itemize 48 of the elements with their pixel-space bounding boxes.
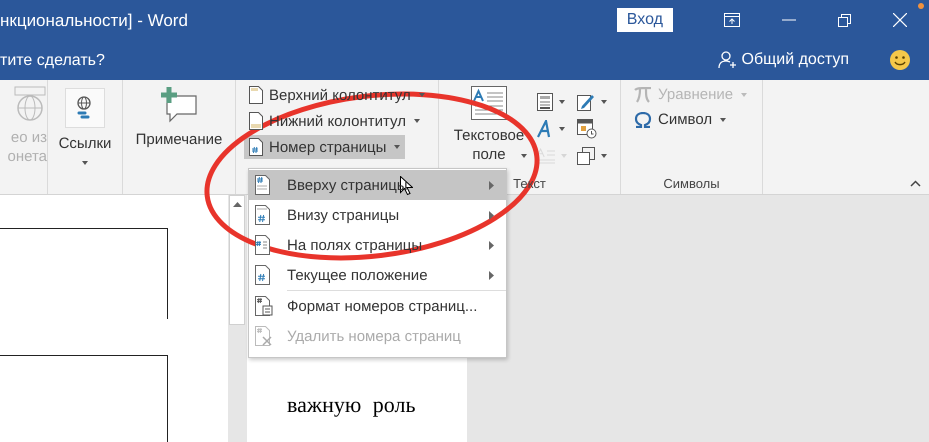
page-number-top-icon bbox=[255, 175, 273, 195]
globe-link-icon bbox=[65, 88, 105, 128]
smiley-icon[interactable] bbox=[889, 49, 911, 71]
notification-dot bbox=[918, 3, 924, 9]
submenu-arrow-icon bbox=[489, 210, 494, 220]
signature-pen-icon bbox=[577, 92, 595, 110]
page-footer-icon bbox=[249, 112, 263, 130]
submenu-arrow-icon bbox=[489, 240, 494, 250]
page-number-format-icon bbox=[255, 296, 273, 316]
comment-button[interactable]: Примечание bbox=[132, 86, 226, 172]
page-number-icon bbox=[249, 138, 263, 156]
wordart-icon bbox=[537, 120, 553, 138]
window-title: нкциональности] - Word bbox=[0, 10, 188, 31]
menu-item[interactable]: На полях страницы bbox=[249, 230, 506, 260]
menu-item[interactable]: Внизу страницы bbox=[249, 200, 506, 230]
group-label: Символы bbox=[663, 176, 720, 190]
menu-item[interactable]: Формат номеров страниц... bbox=[249, 291, 506, 321]
symbol-button[interactable]: Символ bbox=[629, 108, 732, 131]
collapse-ribbon-icon[interactable] bbox=[910, 180, 921, 186]
restore-icon[interactable] bbox=[838, 14, 851, 26]
pi-icon bbox=[634, 86, 652, 102]
omega-icon bbox=[634, 112, 652, 128]
comment-add-icon bbox=[158, 86, 199, 124]
close-icon[interactable] bbox=[893, 13, 907, 27]
page-number-current-icon bbox=[255, 265, 273, 285]
person-add-icon bbox=[718, 51, 738, 69]
scroll-up-icon[interactable] bbox=[232, 202, 242, 207]
links-button[interactable]: Ссылки bbox=[54, 86, 116, 172]
document-text: важную роль bbox=[287, 392, 416, 418]
header-footer-button[interactable]: Номер страницы bbox=[244, 135, 406, 159]
page-header-icon bbox=[249, 86, 263, 104]
drop-cap-icon bbox=[537, 148, 555, 164]
calendar-clock-icon bbox=[577, 118, 597, 138]
share-button[interactable]: Общий доступ bbox=[718, 51, 849, 69]
object-icon bbox=[577, 146, 595, 164]
tell-me-text[interactable]: тите сделать? bbox=[0, 50, 105, 70]
page-number-bottom-icon bbox=[255, 205, 273, 225]
ribbon-display-icon[interactable] bbox=[724, 13, 740, 27]
document-parts-icon bbox=[537, 92, 553, 110]
sign-in-button[interactable]: Вход bbox=[616, 8, 673, 32]
submenu-arrow-icon bbox=[489, 180, 494, 190]
menu-item[interactable]: Текущее положение bbox=[249, 260, 506, 290]
page-number-remove-icon bbox=[255, 326, 273, 346]
minimize-icon[interactable] bbox=[782, 19, 796, 21]
page-number-margin-icon bbox=[255, 235, 273, 255]
submenu-arrow-icon bbox=[489, 270, 494, 280]
globe-film-icon bbox=[13, 86, 47, 122]
scrollbar[interactable] bbox=[229, 195, 245, 325]
